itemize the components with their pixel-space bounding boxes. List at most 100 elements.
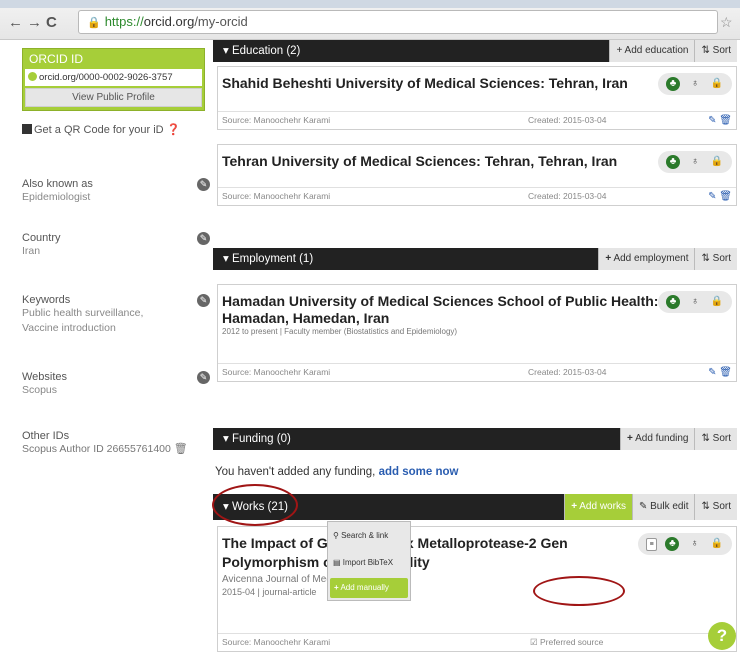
sort-icon: ⇅ (701, 253, 710, 264)
sort-icon: ⇅ (701, 501, 710, 512)
trusted-visibility-icon[interactable]: ♁ (688, 155, 702, 169)
reload-icon[interactable]: C (46, 14, 57, 31)
search-and-link-item[interactable]: ⚲ Search & link (328, 522, 410, 549)
card-source-row: Source: Manoochehr Karami ☑ Preferred so… (218, 633, 736, 651)
employment-title[interactable]: Employment (1) (232, 253, 313, 265)
employment-item-meta: 2012 to present | Faculty member (Biosta… (222, 327, 458, 336)
bookmark-star-icon[interactable]: ☆ (720, 14, 733, 31)
scopus-author-id-link[interactable]: Scopus Author ID 26655761400 (22, 443, 171, 455)
funding-title[interactable]: Funding (0) (232, 433, 291, 445)
funding-header[interactable]: ▾ Funding (0) + Add funding ⇅ Sort (213, 428, 737, 450)
trash-icon[interactable]: 🗑 (719, 115, 732, 126)
add-funding-link[interactable]: add some now (379, 466, 459, 478)
sort-button[interactable]: ⇅ Sort (694, 494, 737, 520)
edit-pencil-icon[interactable]: ✎ (197, 178, 210, 191)
add-employment-label: Add employment (613, 253, 689, 264)
qr-code-icon (22, 124, 32, 134)
orcid-id-link[interactable]: orcid.org/0000-0002-9026-3757 (25, 69, 202, 86)
card-source-row: Source: Manoochehr Karami Created: 2015-… (218, 111, 736, 129)
employment-item: Hamadan University of Medical Sciences S… (217, 284, 737, 382)
preferred-source-label: Preferred source (540, 637, 604, 647)
lock-icon: 🔒 (87, 17, 101, 29)
tab-strip (0, 0, 740, 8)
privacy-selector[interactable]: ♣ ♁ 🔒 (658, 291, 732, 313)
add-manually-item[interactable]: + Add manually (330, 578, 408, 598)
education-item: Tehran University of Medical Sciences: T… (217, 144, 737, 206)
add-funding-button[interactable]: + Add funding (620, 428, 695, 450)
preferred-source[interactable]: ☑ Preferred source (530, 634, 603, 651)
bulk-edit-button[interactable]: ✎ Bulk edit (631, 494, 695, 520)
orcid-logo-icon (28, 72, 37, 81)
trusted-visibility-icon[interactable]: ♁ (688, 77, 702, 91)
edit-pencil-icon[interactable]: ✎ (197, 371, 210, 384)
add-works-menu: ⚲ Search & link ▤ Import BibTeX + Add ma… (327, 521, 411, 601)
source-text: Source: Manoochehr Karami (222, 367, 331, 377)
qr-code-label[interactable]: Get a QR Code for your iD (34, 124, 164, 136)
orcid-url[interactable]: orcid.org/0000-0002-9026-3757 (39, 72, 173, 83)
import-bibtex-item[interactable]: ▤ Import BibTeX (328, 549, 410, 576)
import-icon: ▤ (333, 558, 341, 567)
add-works-button[interactable]: + Add works (564, 494, 632, 520)
everyone-visibility-icon[interactable]: ♣ (666, 295, 680, 309)
trash-icon[interactable]: 🗑 (174, 443, 188, 455)
keywords-label: Keywords (22, 294, 71, 306)
education-item: Shahid Beheshti University of Medical Sc… (217, 66, 737, 130)
preferred-source-icon: ☑ (530, 637, 538, 647)
sort-icon: ⇅ (701, 45, 710, 56)
sort-button[interactable]: ⇅ Sort (694, 428, 737, 450)
edit-pencil-icon[interactable]: ✎ (708, 367, 716, 378)
sort-icon: ⇅ (701, 433, 710, 444)
bulk-edit-label: Bulk edit (650, 501, 689, 512)
country-section: Country Iran ✎ (22, 232, 212, 259)
pencil-icon: ✎ (638, 501, 648, 512)
lock-icon[interactable]: 🔒 (710, 537, 724, 551)
edit-pencil-icon[interactable]: ✎ (708, 191, 716, 202)
address-bar[interactable]: 🔒 https://orcid.org/my-orcid (78, 10, 718, 34)
sort-button[interactable]: ⇅ Sort (694, 248, 737, 270)
edit-pencil-icon[interactable]: ✎ (197, 232, 210, 245)
privacy-selector[interactable]: ♣ ♁ 🔒 (658, 151, 732, 173)
keywords-value: Vaccine introduction (22, 322, 116, 334)
trusted-visibility-icon[interactable]: ♁ (688, 537, 702, 551)
privacy-selector[interactable]: ♣ ♁ 🔒 (658, 73, 732, 95)
help-button[interactable]: ? (708, 622, 736, 650)
add-employment-button[interactable]: + Add employment (598, 248, 695, 270)
also-known-as-label: Also known as (22, 178, 93, 190)
edit-pencil-icon[interactable]: ✎ (708, 115, 716, 126)
trash-icon[interactable]: 🗑 (719, 191, 732, 202)
edit-pencil-icon[interactable]: ✎ (197, 294, 210, 307)
search-link-label: Search & link (341, 531, 389, 540)
sort-button[interactable]: ⇅ Sort (694, 40, 737, 62)
websites-section: Websites Scopus ✎ (22, 371, 212, 398)
trusted-visibility-icon[interactable]: ♁ (688, 295, 702, 309)
help-icon[interactable]: ❓ (167, 124, 181, 136)
view-public-profile-button[interactable]: View Public Profile (25, 88, 202, 107)
link-icon: ⚲ (333, 531, 339, 540)
trash-icon[interactable]: 🗑 (719, 367, 732, 378)
websites-label: Websites (22, 371, 68, 383)
add-works-label: Add works (579, 501, 626, 512)
forward-icon[interactable]: → (27, 14, 42, 31)
everyone-visibility-icon[interactable]: ♣ (666, 155, 680, 169)
lock-icon[interactable]: 🔒 (710, 155, 724, 169)
websites-value[interactable]: Scopus (22, 383, 212, 398)
lock-icon[interactable]: 🔒 (710, 77, 724, 91)
annotation-ellipse (533, 576, 625, 606)
add-education-button[interactable]: + Add education (609, 40, 695, 62)
keywords-value: Public health surveillance, (22, 307, 144, 319)
source-text: Source: Manoochehr Karami (222, 115, 331, 125)
add-funding-label: Add funding (635, 433, 689, 444)
privacy-selector[interactable]: ≡ ♣ ♁ 🔒 (638, 533, 732, 555)
education-header[interactable]: ▾ Education (2) + Add education ⇅ Sort (213, 40, 737, 62)
annotation-ellipse (212, 484, 298, 526)
education-title[interactable]: Education (2) (232, 45, 300, 57)
employment-header[interactable]: ▾ Employment (1) + Add employment ⇅ Sort (213, 248, 737, 270)
document-icon[interactable]: ≡ (646, 537, 658, 551)
back-icon[interactable]: ← (8, 14, 23, 31)
lock-icon[interactable]: 🔒 (710, 295, 724, 309)
url-path: /my-orcid (194, 14, 248, 29)
everyone-visibility-icon[interactable]: ♣ (665, 537, 680, 551)
qr-code-link[interactable]: Get a QR Code for your iD ❓ (22, 123, 212, 136)
browser-toolbar: ← → C 🔒 https://orcid.org/my-orcid ☆ (0, 0, 740, 40)
everyone-visibility-icon[interactable]: ♣ (666, 77, 680, 91)
